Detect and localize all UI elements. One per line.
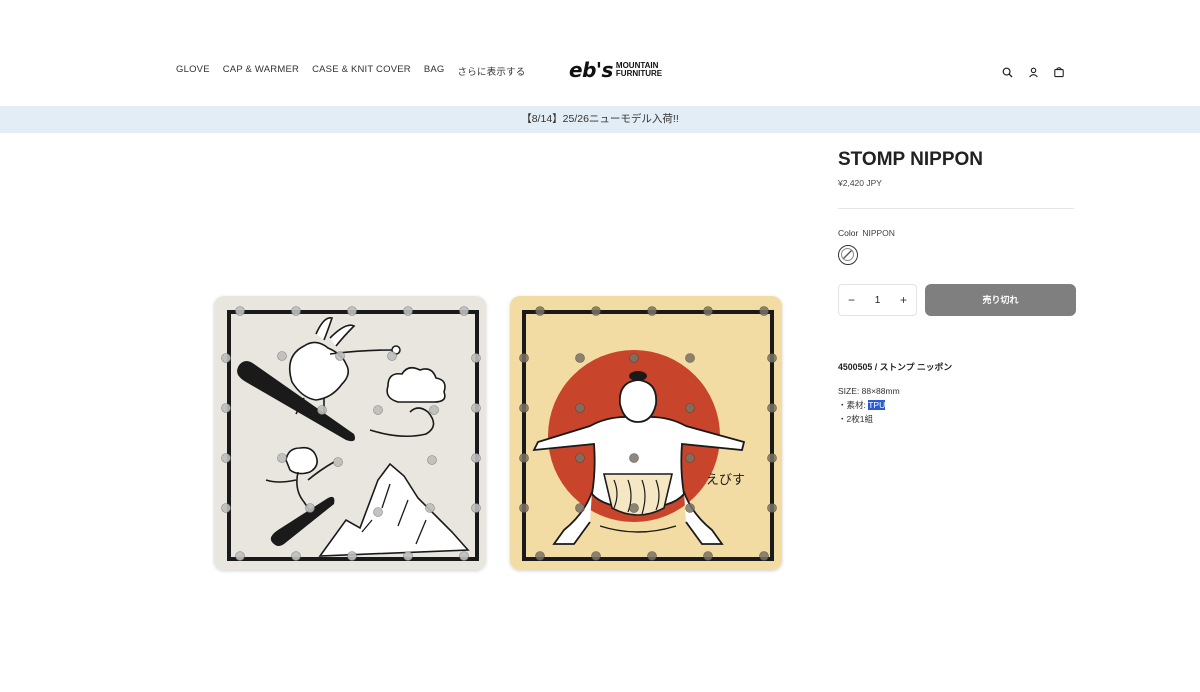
product-specs: SIZE: 88×88mm ・素材: TPU ・2枚1組 bbox=[838, 384, 900, 426]
divider bbox=[838, 208, 1074, 209]
cart-icon[interactable] bbox=[1052, 65, 1066, 79]
product-info: STOMP NIPPON ¥2,420 JPY bbox=[838, 148, 1078, 188]
main-nav: GLOVE CAP & WARMER CASE & KNIT COVER BAG… bbox=[176, 64, 538, 78]
header-icons bbox=[1000, 65, 1078, 79]
qty-increase-button[interactable]: + bbox=[900, 293, 907, 307]
color-label: Color NIPPON bbox=[838, 228, 895, 238]
quantity-stepper: − 1 + bbox=[838, 284, 917, 316]
product-code: 4500505 / ストンプ ニッポン bbox=[838, 362, 953, 372]
nav-item-bag[interactable]: BAG bbox=[424, 64, 445, 78]
account-icon[interactable] bbox=[1026, 65, 1040, 79]
spec-material: ・素材: TPU bbox=[838, 398, 900, 412]
logo-sub-line2: FURNITURE bbox=[615, 69, 663, 78]
spec-material-value: TPU bbox=[868, 400, 886, 410]
product-price: ¥2,420 JPY bbox=[838, 178, 882, 188]
qty-value[interactable]: 1 bbox=[875, 295, 881, 306]
announcement-banner[interactable]: 【8/14】25/26ニューモデル入荷!! bbox=[0, 106, 1200, 133]
brand-logo[interactable]: eb's MOUNTAIN FURNITURE bbox=[569, 59, 662, 81]
nav-item-cap-warmer[interactable]: CAP & WARMER bbox=[223, 64, 299, 78]
spec-material-label: ・素材: bbox=[838, 400, 869, 410]
search-icon[interactable] bbox=[1000, 65, 1014, 79]
logo-mark: eb's bbox=[569, 58, 613, 82]
nav-item-more[interactable]: さらに表示する bbox=[458, 64, 526, 78]
color-value: NIPPON bbox=[862, 228, 895, 238]
logo-subtext: MOUNTAIN FURNITURE bbox=[616, 62, 662, 78]
product-title: STOMP NIPPON bbox=[838, 149, 983, 170]
product-image[interactable]: えびす bbox=[212, 294, 786, 574]
pad-signature-text: えびす bbox=[706, 473, 745, 488]
spec-size: SIZE: 88×88mm bbox=[838, 386, 900, 396]
qty-decrease-button[interactable]: − bbox=[848, 293, 855, 307]
nav-item-case-knit-cover[interactable]: CASE & KNIT COVER bbox=[312, 64, 411, 78]
sold-out-button[interactable]: 売り切れ bbox=[925, 284, 1076, 316]
stomp-pad-left bbox=[214, 296, 486, 570]
banner-text: 【8/14】25/26ニューモデル入荷!! bbox=[521, 113, 679, 125]
site-header: GLOVE CAP & WARMER CASE & KNIT COVER BAG… bbox=[0, 0, 1200, 106]
spec-count: ・2枚1組 bbox=[838, 414, 873, 424]
stomp-pad-right: えびす bbox=[510, 296, 782, 570]
nav-item-glove[interactable]: GLOVE bbox=[176, 64, 210, 78]
color-swatch-nippon[interactable] bbox=[838, 245, 858, 265]
color-label-text: Color bbox=[838, 228, 859, 238]
